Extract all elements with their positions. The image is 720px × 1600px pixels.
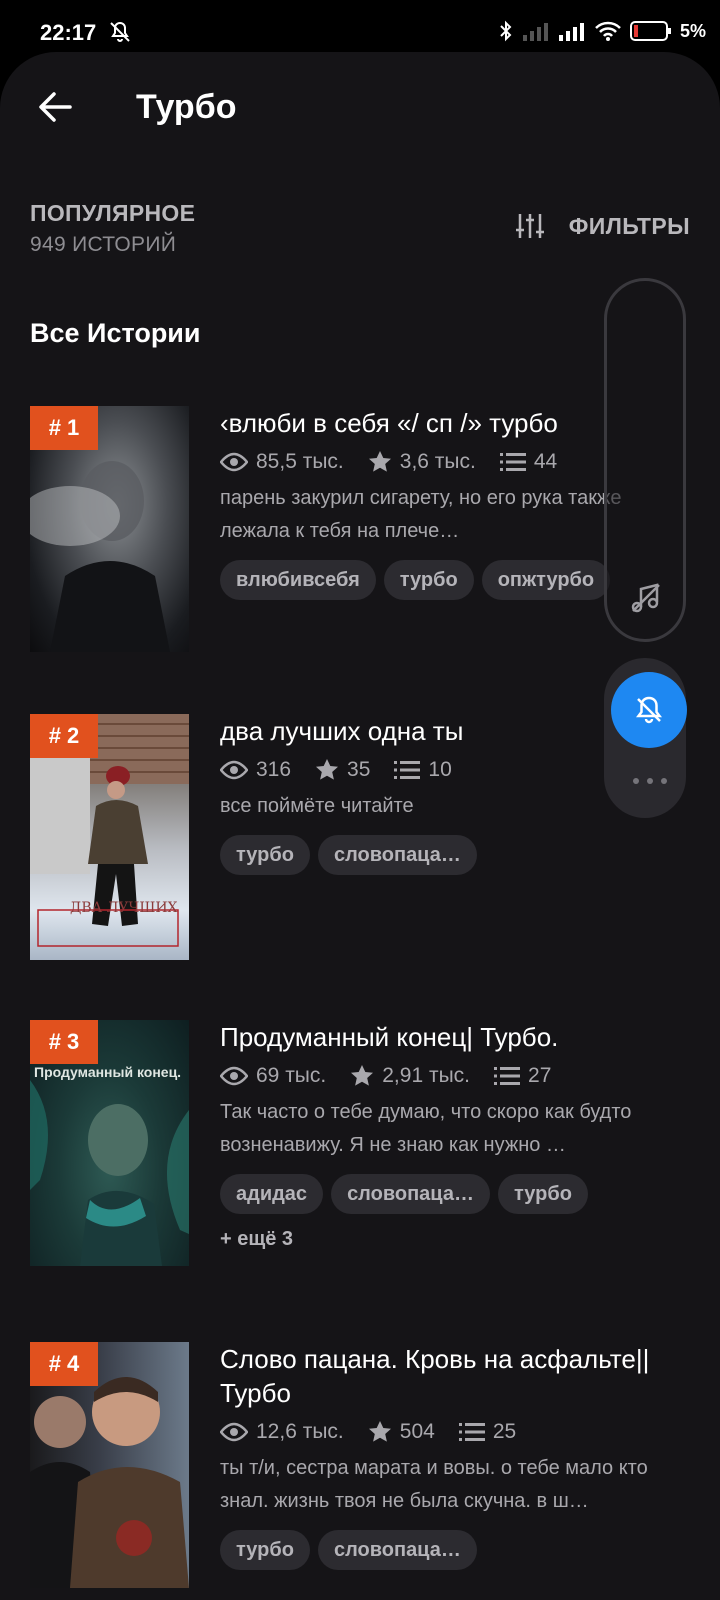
rank-badge: # 3 <box>30 1020 98 1064</box>
status-icons: 5% <box>498 18 706 44</box>
votes-stat: 3,6 тыс. <box>368 450 476 474</box>
story-count: 949 ИСТОРИЙ <box>30 233 177 256</box>
story-title[interactable]: Продуманный конец| Турбо. <box>220 1020 690 1054</box>
story-stats: 69 тыс. 2,91 тыс. 27 <box>220 1064 690 1088</box>
views-stat: 12,6 тыс. <box>220 1420 344 1444</box>
filters-button[interactable]: ФИЛЬТРЫ <box>515 212 690 240</box>
parts-count: 44 <box>533 450 558 473</box>
filters-label: ФИЛЬТРЫ <box>568 212 690 239</box>
list-title: Все Истории <box>30 318 201 348</box>
status-bar: 22:17 5% <box>0 0 720 56</box>
list-icon <box>494 1067 521 1085</box>
views-stat: 69 тыс. <box>220 1064 326 1088</box>
story-cover[interactable]: Продуманный конец. # 3 <box>30 1020 189 1266</box>
music-off-icon[interactable] <box>629 581 663 615</box>
tag-list: адидас словопаца… турбо <box>220 1174 690 1214</box>
tag-list: турбо словопаца… <box>220 1530 690 1570</box>
star-icon <box>368 451 391 472</box>
list-icon <box>499 453 526 471</box>
section-label: ПОПУЛЯРНОЕ <box>30 200 196 226</box>
cover-text: Продуманный конец. <box>34 1064 182 1080</box>
parts-stat: 44 <box>499 450 558 474</box>
page-title: Турбо <box>136 88 237 126</box>
more-dots-icon[interactable] <box>633 778 667 788</box>
votes-count: 35 <box>347 758 371 781</box>
story-cover[interactable]: # 1 <box>30 406 189 652</box>
tag-chip[interactable]: словопаца… <box>317 1530 477 1570</box>
votes-stat: 504 <box>368 1420 435 1444</box>
tag-chip[interactable]: влюбивсебя <box>220 560 376 600</box>
parts-stat: 27 <box>494 1064 551 1088</box>
wifi-icon <box>595 21 621 41</box>
rank-badge: # 4 <box>30 1342 98 1386</box>
parts-count: 27 <box>528 1064 552 1087</box>
signal-icon <box>558 23 584 41</box>
battery-percent: 5% <box>679 20 706 41</box>
rank-badge: # 2 <box>30 714 98 758</box>
story-description: Так часто о тебе думаю, что скоро как бу… <box>220 1101 632 1156</box>
tag-list: турбо словопаца… <box>220 835 690 875</box>
views-count: 12,6 тыс. <box>256 1420 344 1443</box>
star-icon <box>368 1421 391 1442</box>
votes-count: 3,6 тыс. <box>399 450 476 473</box>
tag-chip[interactable]: турбо <box>220 1530 310 1570</box>
bluetooth-icon <box>500 20 512 42</box>
story-stats: 12,6 тыс. 504 25 <box>220 1420 690 1444</box>
story-description: ты т/и, сестра марата и вовы. о тебе мал… <box>220 1457 648 1512</box>
story-cover[interactable]: # 4 <box>30 1342 189 1588</box>
sliders-icon <box>515 214 544 238</box>
star-icon <box>351 1065 374 1086</box>
more-tags-link[interactable]: + ещё 3 <box>220 1228 690 1251</box>
views-stat: 316 <box>220 758 291 782</box>
story-cover[interactable]: ДВА ЛУЧШИХ # 2 <box>30 714 189 960</box>
votes-stat: 2,91 тыс. <box>350 1064 470 1088</box>
star-icon <box>316 759 339 780</box>
bell-muted-status-icon <box>110 21 130 42</box>
story-item[interactable]: ДВА ЛУЧШИХ # 2 два лучших одна ты 316 35… <box>30 714 690 960</box>
story-item[interactable]: # 4 Слово пацана. Кровь на асфальте||Тур… <box>30 1342 690 1588</box>
story-title[interactable]: Слово пацана. Кровь на асфальте||Турбо <box>220 1342 690 1410</box>
mute-notifications-button[interactable] <box>611 672 687 748</box>
story-item[interactable]: Продуманный конец. # 3 Продуманный конец… <box>30 1020 690 1266</box>
parts-stat: 25 <box>458 1420 517 1444</box>
eye-icon <box>220 760 248 780</box>
story-item[interactable]: # 1 ‹влюби в себя «/ сп /» турбо 85,5 ты… <box>30 406 690 652</box>
tag-chip[interactable]: словопаца… <box>331 1174 490 1214</box>
status-time: 22:17 <box>40 20 97 45</box>
parts-stat: 10 <box>394 758 452 782</box>
votes-stat: 35 <box>315 758 370 782</box>
eye-icon <box>220 452 248 472</box>
tag-chip[interactable]: словопаца… <box>317 835 477 875</box>
eye-icon <box>220 1422 248 1442</box>
views-stat: 85,5 тыс. <box>220 450 344 474</box>
parts-count: 25 <box>492 1420 517 1443</box>
floating-side-panel <box>604 278 686 642</box>
story-info: Слово пацана. Кровь на асфальте||Турбо 1… <box>220 1342 690 1570</box>
list-icon <box>458 1423 485 1441</box>
signal-weak-icon <box>522 23 548 41</box>
eye-icon <box>220 1066 248 1086</box>
votes-count: 504 <box>399 1420 435 1443</box>
battery-icon <box>629 21 671 41</box>
tag-chip[interactable]: турбо <box>497 1174 588 1214</box>
bell-off-icon <box>636 696 662 724</box>
tag-chip[interactable]: опжтурбо <box>481 560 611 600</box>
back-arrow-icon[interactable] <box>30 82 80 132</box>
list-icon <box>394 761 421 779</box>
section-header: ПОПУЛЯРНОЕ 949 ИСТОРИЙ <box>30 200 195 257</box>
views-count: 85,5 тыс. <box>256 450 344 473</box>
tag-chip[interactable]: турбо <box>383 560 474 600</box>
tag-chip[interactable]: турбо <box>220 835 310 875</box>
top-bar: Турбо <box>0 52 720 172</box>
rank-badge: # 1 <box>30 406 98 450</box>
votes-count: 2,91 тыс. <box>382 1064 471 1087</box>
views-count: 316 <box>256 758 292 781</box>
parts-count: 10 <box>428 758 452 781</box>
app-screen: Турбо ПОПУЛЯРНОЕ 949 ИСТОРИЙ ФИЛЬТРЫ Все… <box>0 52 720 1600</box>
cover-text: ДВА ЛУЧШИХ <box>70 900 178 916</box>
tag-chip[interactable]: адидас <box>220 1174 324 1214</box>
views-count: 69 тыс. <box>256 1064 327 1087</box>
story-info: Продуманный конец| Турбо. 69 тыс. 2,91 т… <box>220 1020 690 1251</box>
